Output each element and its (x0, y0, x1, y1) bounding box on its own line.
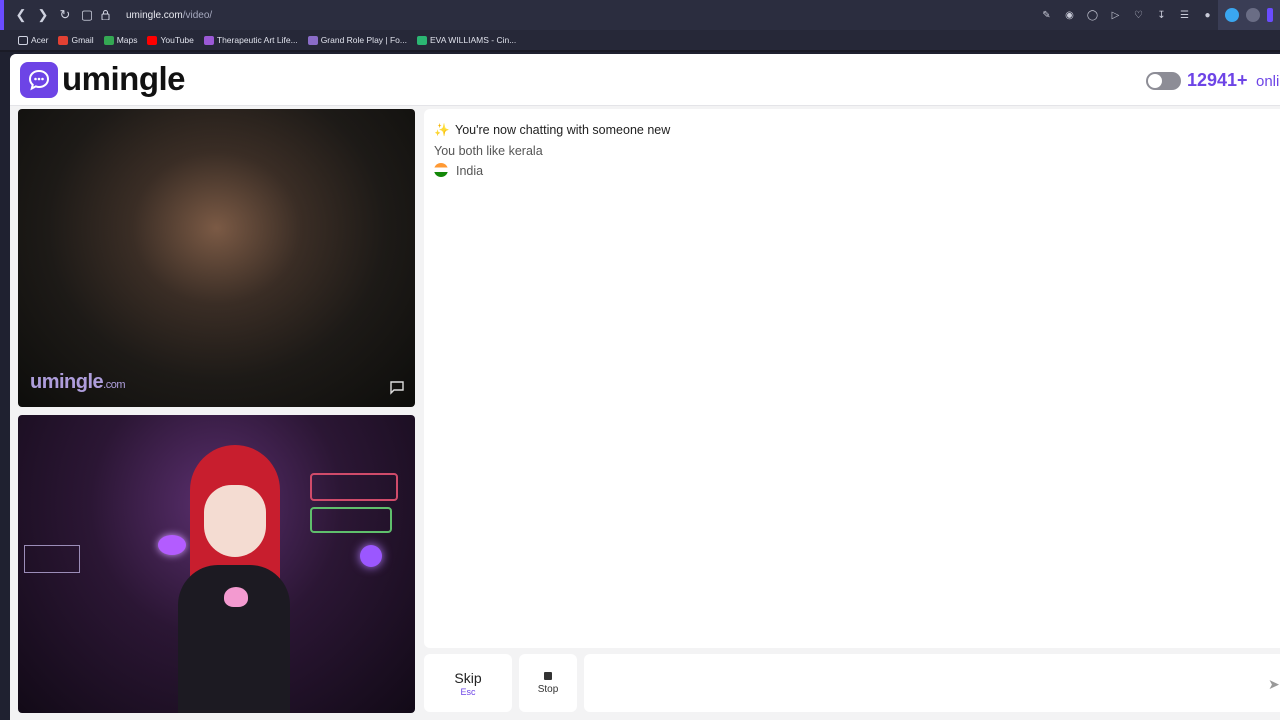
bookmark-label: Acer (31, 35, 49, 45)
avatar-face (204, 485, 266, 557)
extensions-area (1218, 0, 1280, 30)
chat-bubble-logo-icon[interactable] (20, 62, 58, 98)
online-label: onli (1256, 73, 1280, 90)
bookmark-grand-role-play[interactable]: Grand Role Play | Fo... (307, 35, 407, 45)
youtube-icon (147, 35, 158, 45)
folder-icon (18, 35, 28, 45)
window-accent (0, 0, 4, 30)
site-header: umingle 12941+ onli (10, 54, 1280, 106)
bookmark-acer[interactable]: Acer (18, 35, 48, 45)
reload-icon[interactable]: ↻ (54, 4, 76, 26)
stop-label: Stop (537, 683, 559, 695)
neon-moon (360, 545, 382, 567)
site-info-icon[interactable]: ▢ (76, 4, 98, 26)
system-message: ✨ You're now chatting with someone new (434, 123, 671, 137)
self-video (18, 415, 415, 713)
avatar-heart (224, 587, 248, 607)
gmail-icon (58, 35, 69, 45)
neon-sign (24, 545, 80, 573)
menu-icon[interactable]: ☰ (1174, 5, 1195, 25)
bookmark-therapeutic-art[interactable]: Therapeutic Art Life... (203, 35, 298, 45)
neon-sign (310, 507, 392, 533)
skip-button[interactable]: Skip Esc (424, 654, 512, 712)
forward-arrow-icon[interactable]: ❯ (32, 4, 54, 26)
bookmark-maps[interactable]: Maps (103, 35, 138, 45)
bookmark-label: Grand Role Play | Fo... (320, 35, 407, 45)
theme-toggle[interactable] (1146, 72, 1181, 90)
neon-sign (310, 473, 398, 501)
online-count: 12941+ (1187, 70, 1248, 90)
site-icon (203, 35, 214, 45)
india-flag-icon (434, 163, 448, 177)
toggle-knob (1148, 74, 1162, 88)
message-input[interactable] (584, 654, 1280, 712)
bookmark-label: Therapeutic Art Life... (216, 35, 298, 45)
address-bar[interactable]: umingle.com/video/ (118, 0, 212, 30)
lock-icon[interactable] (98, 4, 112, 26)
neon-butterfly (158, 535, 186, 555)
bookmark-label: Maps (116, 35, 138, 45)
url-path: /video/ (182, 9, 213, 21)
site-logo-text[interactable]: umingle (62, 60, 186, 98)
report-flag-icon[interactable] (389, 381, 405, 395)
bookmark-label: YouTube (160, 35, 194, 45)
bookmarks-bar: Acer Gmail Maps YouTube Therapeutic Art … (0, 30, 1280, 52)
stop-icon (544, 671, 552, 680)
play-icon[interactable]: ▷ (1105, 5, 1126, 25)
bookmark-label: Gmail (71, 35, 94, 45)
heart-icon[interactable]: ♡ (1128, 5, 1149, 25)
bookmark-label: EVA WILLIAMS - Cin... (430, 35, 517, 45)
stranger-video: umingle.com (18, 109, 415, 407)
page: umingle 12941+ onli umingle.com ✨ You're … (10, 54, 1280, 720)
bookmark-eva-williams[interactable]: EVA WILLIAMS - Cin... (417, 35, 516, 45)
site-icon (417, 35, 427, 45)
send-icon[interactable]: ➤ (1268, 676, 1280, 693)
sparkles-icon: ✨ (434, 123, 450, 137)
edit-icon[interactable]: ✎ (1036, 5, 1057, 25)
common-interest: You both like kerala (434, 144, 543, 158)
bookmark-gmail[interactable]: Gmail (58, 35, 94, 45)
stranger-country: India (434, 163, 483, 178)
skip-label: Skip (454, 669, 482, 686)
browser-toolbar: ❮ ❯ ↻ ▢ umingle.com/video/ ✎ ◉ ◯ ▷ ♡ ↧ ☰… (0, 0, 1280, 30)
extension-icon[interactable] (1225, 8, 1240, 22)
download-icon[interactable]: ↧ (1151, 5, 1172, 25)
back-arrow-icon[interactable]: ❮ (10, 4, 32, 26)
camera-icon[interactable]: ◉ (1059, 5, 1080, 25)
profile-icon[interactable]: ● (1197, 5, 1218, 25)
chat-panel: ✨ You're now chatting with someone new Yo… (424, 109, 1280, 648)
shield-icon[interactable]: ◯ (1082, 5, 1103, 25)
skip-hint: Esc (460, 686, 476, 697)
video-watermark: umingle.com (30, 371, 126, 393)
url-host: umingle.com (126, 9, 183, 21)
cube-icon[interactable] (1245, 8, 1260, 22)
stop-button[interactable]: Stop (519, 654, 577, 712)
extension-accent-icon[interactable] (1266, 8, 1273, 22)
maps-icon (103, 35, 114, 45)
site-icon (307, 35, 318, 45)
bookmark-youtube[interactable]: YouTube (147, 35, 194, 45)
